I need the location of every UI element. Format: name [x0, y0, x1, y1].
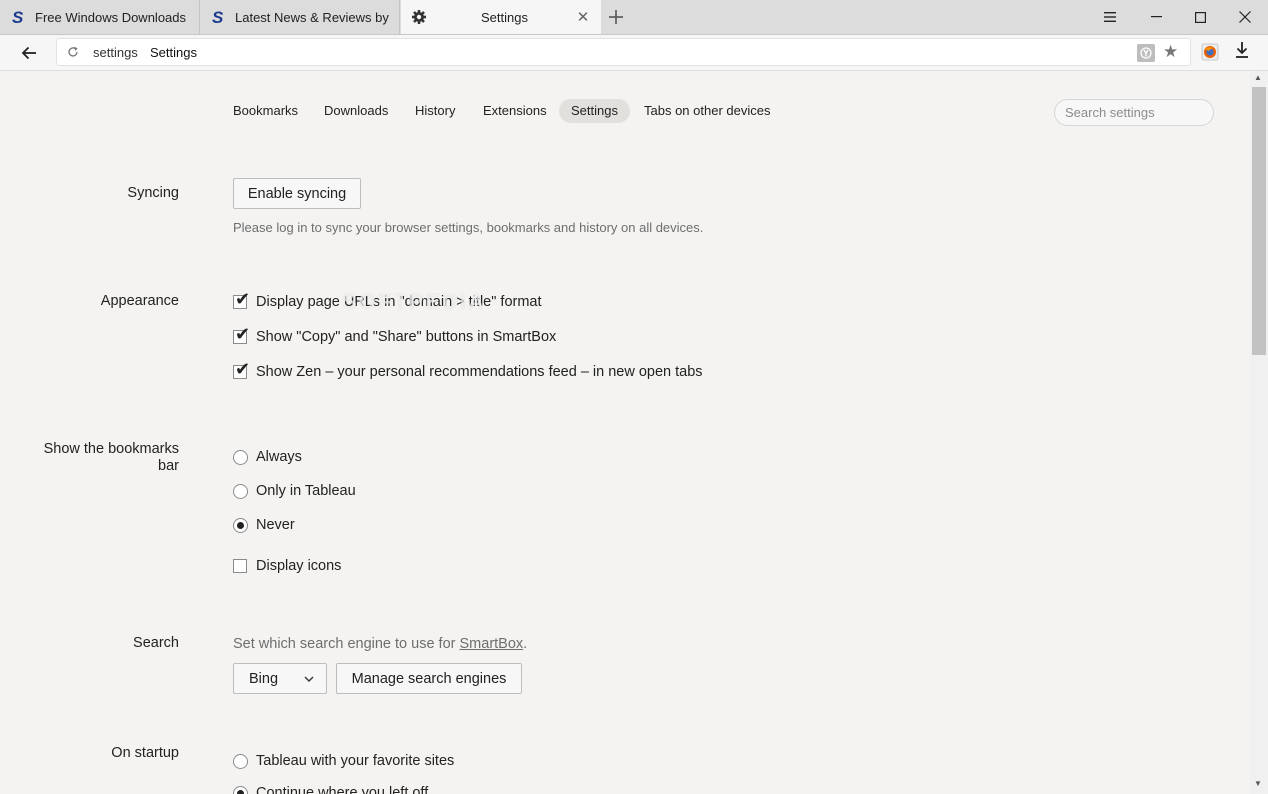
smartbox-link[interactable]: SmartBox [460, 636, 524, 652]
radio-tableau-favorites[interactable]: Tableau with your favorite sites [233, 751, 454, 771]
radio-button[interactable] [233, 449, 248, 465]
scroll-thumb[interactable] [1252, 87, 1266, 355]
svg-text:S: S [212, 9, 224, 25]
search-label: Search [133, 635, 179, 651]
tab-label: Settings [481, 9, 528, 25]
new-tab-button[interactable] [604, 5, 628, 29]
tab-free-windows-downloads[interactable]: S Free Windows Downloads [0, 0, 200, 34]
plus-icon [609, 10, 623, 24]
settings-page: Bookmarks Downloads History Extensions S… [0, 71, 1250, 794]
nav-settings[interactable]: Settings [559, 99, 630, 123]
appearance-label: Appearance [100, 293, 179, 309]
close-window-button[interactable] [1223, 0, 1267, 34]
radio-continue-left-off[interactable]: Continue where you left off [233, 783, 428, 794]
on-startup-label: On startup [111, 745, 179, 761]
radio-never[interactable]: Never [233, 515, 295, 535]
softpedia-watermark: SOFTPEDIA [342, 289, 486, 314]
scroll-down-arrow-icon[interactable]: ▼ [1254, 779, 1262, 788]
checkbox[interactable] [233, 559, 247, 573]
radio-always[interactable]: Always [233, 447, 302, 467]
search-desc-text: Set which search engine to use for [233, 636, 460, 652]
checkmark-icon: ✔ [235, 324, 251, 344]
option-label: Always [256, 449, 302, 465]
option-label: Display icons [256, 558, 342, 574]
search-settings-input[interactable] [1054, 99, 1214, 126]
checkbox[interactable]: ✔ [233, 360, 250, 379]
radio-button[interactable] [233, 753, 248, 769]
option-label: Continue where you left off [256, 785, 429, 794]
url-title: Settings [150, 45, 197, 60]
bookmarks-bar-label-line2: bar [158, 458, 179, 474]
nav-history[interactable]: History [403, 99, 467, 123]
nav-extensions[interactable]: Extensions [471, 99, 559, 123]
nav-tabs-other-devices[interactable]: Tabs on other devices [632, 99, 782, 123]
softpedia-s-icon: S [207, 6, 229, 28]
tab-label: Free Windows Downloads [35, 9, 187, 25]
search-description: Set which search engine to use for Smart… [233, 636, 527, 652]
address-bar[interactable]: settings Settings ★ [56, 38, 1191, 66]
checkbox-display-icons[interactable]: Display icons [233, 556, 341, 576]
option-label: Show Zen – your personal recommendations… [256, 364, 703, 380]
gear-icon [408, 6, 430, 28]
minimize-icon [1150, 16, 1162, 18]
close-tab-icon[interactable]: ✕ [573, 7, 593, 27]
navigation-bar: settings Settings ★ [0, 35, 1268, 71]
downloads-button[interactable] [1234, 41, 1254, 63]
yandex-icon[interactable] [1137, 44, 1155, 62]
radio-button[interactable] [233, 483, 248, 499]
enable-syncing-button[interactable]: Enable syncing [233, 178, 361, 209]
reload-icon[interactable] [65, 44, 81, 60]
maximize-button[interactable] [1178, 0, 1222, 34]
extension-firefox-icon[interactable] [1200, 42, 1220, 62]
option-label: Show "Copy" and "Share" buttons in Smart… [256, 329, 557, 345]
option-label: Only in Tableau [256, 483, 356, 499]
bookmark-star-icon[interactable]: ★ [1163, 42, 1178, 62]
radio-button[interactable] [233, 517, 248, 533]
checkbox-copy-share[interactable]: ✔ Show "Copy" and "Share" buttons in Sma… [233, 325, 557, 347]
chevron-down-icon [304, 676, 314, 682]
back-button[interactable] [14, 40, 44, 66]
manage-search-engines-button[interactable]: Manage search engines [336, 663, 522, 694]
tab-latest-news[interactable]: S Latest News & Reviews by Sc [200, 0, 400, 34]
checkbox[interactable]: ✔ [233, 325, 250, 344]
softpedia-s-icon: S [7, 6, 29, 28]
search-engine-value: Bing [249, 670, 279, 687]
download-icon [1236, 42, 1248, 58]
url-scheme: settings [93, 45, 138, 60]
checkmark-icon: ✔ [235, 289, 251, 309]
tab-strip: S Free Windows Downloads S Latest News &… [0, 0, 1268, 35]
checkbox[interactable]: ✔ [233, 290, 250, 309]
maximize-icon [1194, 11, 1206, 23]
vertical-scrollbar[interactable]: ▲ ▼ [1250, 71, 1268, 794]
back-arrow-icon [21, 46, 36, 60]
hamburger-icon [1104, 12, 1116, 22]
minimize-button[interactable] [1134, 0, 1178, 34]
radio-button[interactable] [233, 785, 248, 794]
checkmark-icon: ✔ [235, 359, 251, 379]
option-label: Tableau with your favorite sites [256, 753, 455, 769]
checkbox-zen[interactable]: ✔ Show Zen – your personal recommendatio… [233, 360, 703, 382]
syncing-description: Please log in to sync your browser setti… [233, 220, 704, 235]
bookmarks-bar-label: Show the bookmarks bar [44, 441, 179, 475]
close-icon [1239, 11, 1251, 23]
radio-only-in-tableau[interactable]: Only in Tableau [233, 481, 356, 501]
search-desc-suffix: . [523, 636, 528, 652]
tab-settings[interactable]: Settings ✕ [401, 0, 601, 34]
search-engine-select[interactable]: Bing [233, 663, 327, 694]
option-label: Never [256, 517, 295, 533]
nav-downloads[interactable]: Downloads [312, 99, 400, 123]
scroll-up-arrow-icon[interactable]: ▲ [1254, 73, 1262, 82]
syncing-label: Syncing [127, 185, 179, 201]
bookmarks-bar-label-line1: Show the bookmarks [43, 441, 179, 457]
svg-text:S: S [12, 9, 24, 25]
nav-bookmarks[interactable]: Bookmarks [221, 99, 310, 123]
menu-button[interactable] [1088, 0, 1132, 34]
tab-label: Latest News & Reviews by Sc [235, 9, 391, 25]
